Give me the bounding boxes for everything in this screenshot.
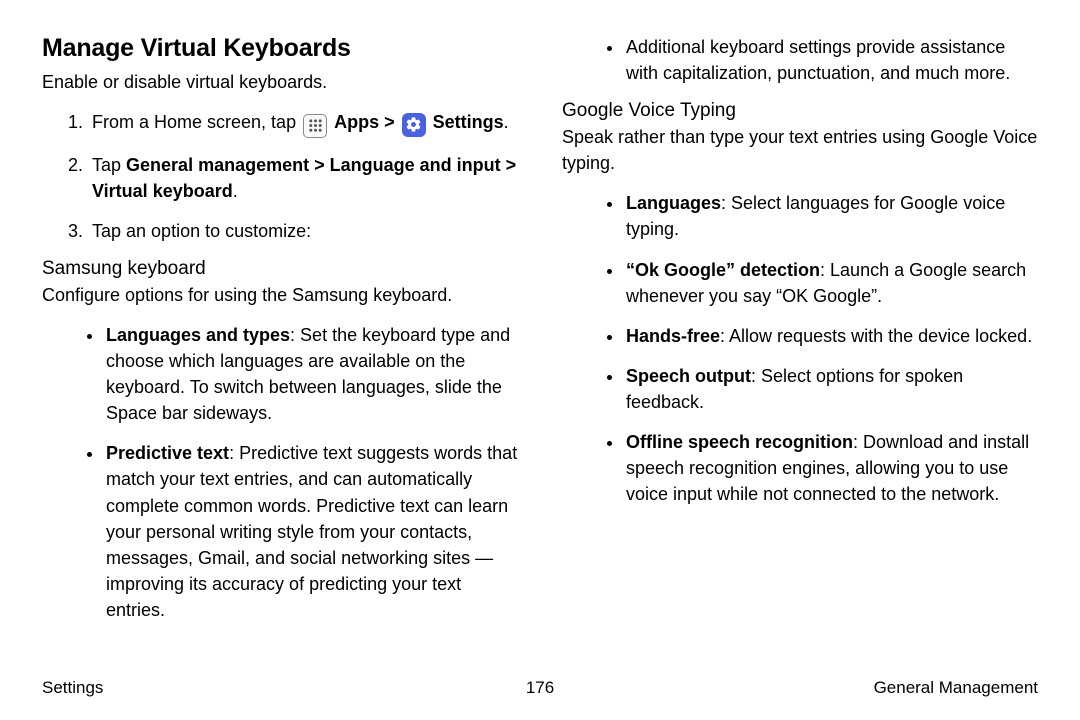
list-item: Predictive text: Predictive text suggest… (104, 440, 518, 623)
content-columns: Manage Virtual Keyboards Enable or disab… (42, 34, 1038, 637)
gvt-bullets: Languages: Select languages for Google v… (562, 190, 1038, 507)
list-item: Languages and types: Set the keyboard ty… (104, 322, 518, 426)
bullet-text: Additional keyboard settings provide ass… (626, 37, 1010, 83)
step-2-path: General management > Language and input … (92, 155, 516, 201)
list-item: Additional keyboard settings provide ass… (624, 34, 1038, 86)
bullet-label: Languages (626, 193, 721, 213)
step-2: Tap General management > Language and in… (88, 152, 518, 204)
list-item: Languages: Select languages for Google v… (624, 190, 1038, 242)
samsung-keyboard-heading: Samsung keyboard (42, 258, 518, 280)
bullet-label: “Ok Google” detection (626, 260, 820, 280)
gear-icon (402, 113, 426, 137)
step-1-apps-label: Apps (334, 112, 379, 132)
list-item: Hands-free: Allow requests with the devi… (624, 323, 1038, 349)
samsung-keyboard-desc: Configure options for using the Samsung … (42, 282, 518, 308)
bullet-label: Predictive text (106, 443, 229, 463)
bullet-label: Speech output (626, 366, 751, 386)
list-item: “Ok Google” detection: Launch a Google s… (624, 257, 1038, 309)
bullet-text: : Allow requests with the device locked. (720, 326, 1032, 346)
step-1-prefix: From a Home screen, tap (92, 112, 301, 132)
apps-icon (303, 114, 327, 138)
bullet-label: Hands-free (626, 326, 720, 346)
step-3: Tap an option to customize: (88, 218, 518, 244)
step-2-prefix: Tap (92, 155, 126, 175)
footer-right: General Management (874, 678, 1038, 698)
google-voice-typing-desc: Speak rather than type your text entries… (562, 124, 1038, 176)
footer-left: Settings (42, 678, 103, 698)
intro-text: Enable or disable virtual keyboards. (42, 69, 518, 95)
step-1-sep: > (379, 112, 400, 132)
google-voice-typing-heading: Google Voice Typing (562, 100, 1038, 122)
page-title: Manage Virtual Keyboards (42, 34, 518, 63)
steps-list: From a Home screen, tap Apps > Settings.… (42, 109, 518, 244)
right-column: Additional keyboard settings provide ass… (562, 34, 1038, 637)
list-item: Offline speech recognition: Download and… (624, 429, 1038, 507)
step-1-settings-label: Settings (433, 112, 504, 132)
page-footer: Settings 176 General Management (42, 678, 1038, 698)
bullet-label: Offline speech recognition (626, 432, 853, 452)
step-1: From a Home screen, tap Apps > Settings. (88, 109, 518, 138)
step-1-end: . (504, 112, 509, 132)
bullet-text: : Predictive text suggests words that ma… (106, 443, 517, 620)
step-2-end: . (233, 181, 238, 201)
samsung-bullets: Languages and types: Set the keyboard ty… (42, 322, 518, 623)
bullet-label: Languages and types (106, 325, 290, 345)
footer-page-number: 176 (526, 678, 554, 698)
samsung-bullets-cont: Additional keyboard settings provide ass… (562, 34, 1038, 86)
list-item: Speech output: Select options for spoken… (624, 363, 1038, 415)
left-column: Manage Virtual Keyboards Enable or disab… (42, 34, 518, 637)
